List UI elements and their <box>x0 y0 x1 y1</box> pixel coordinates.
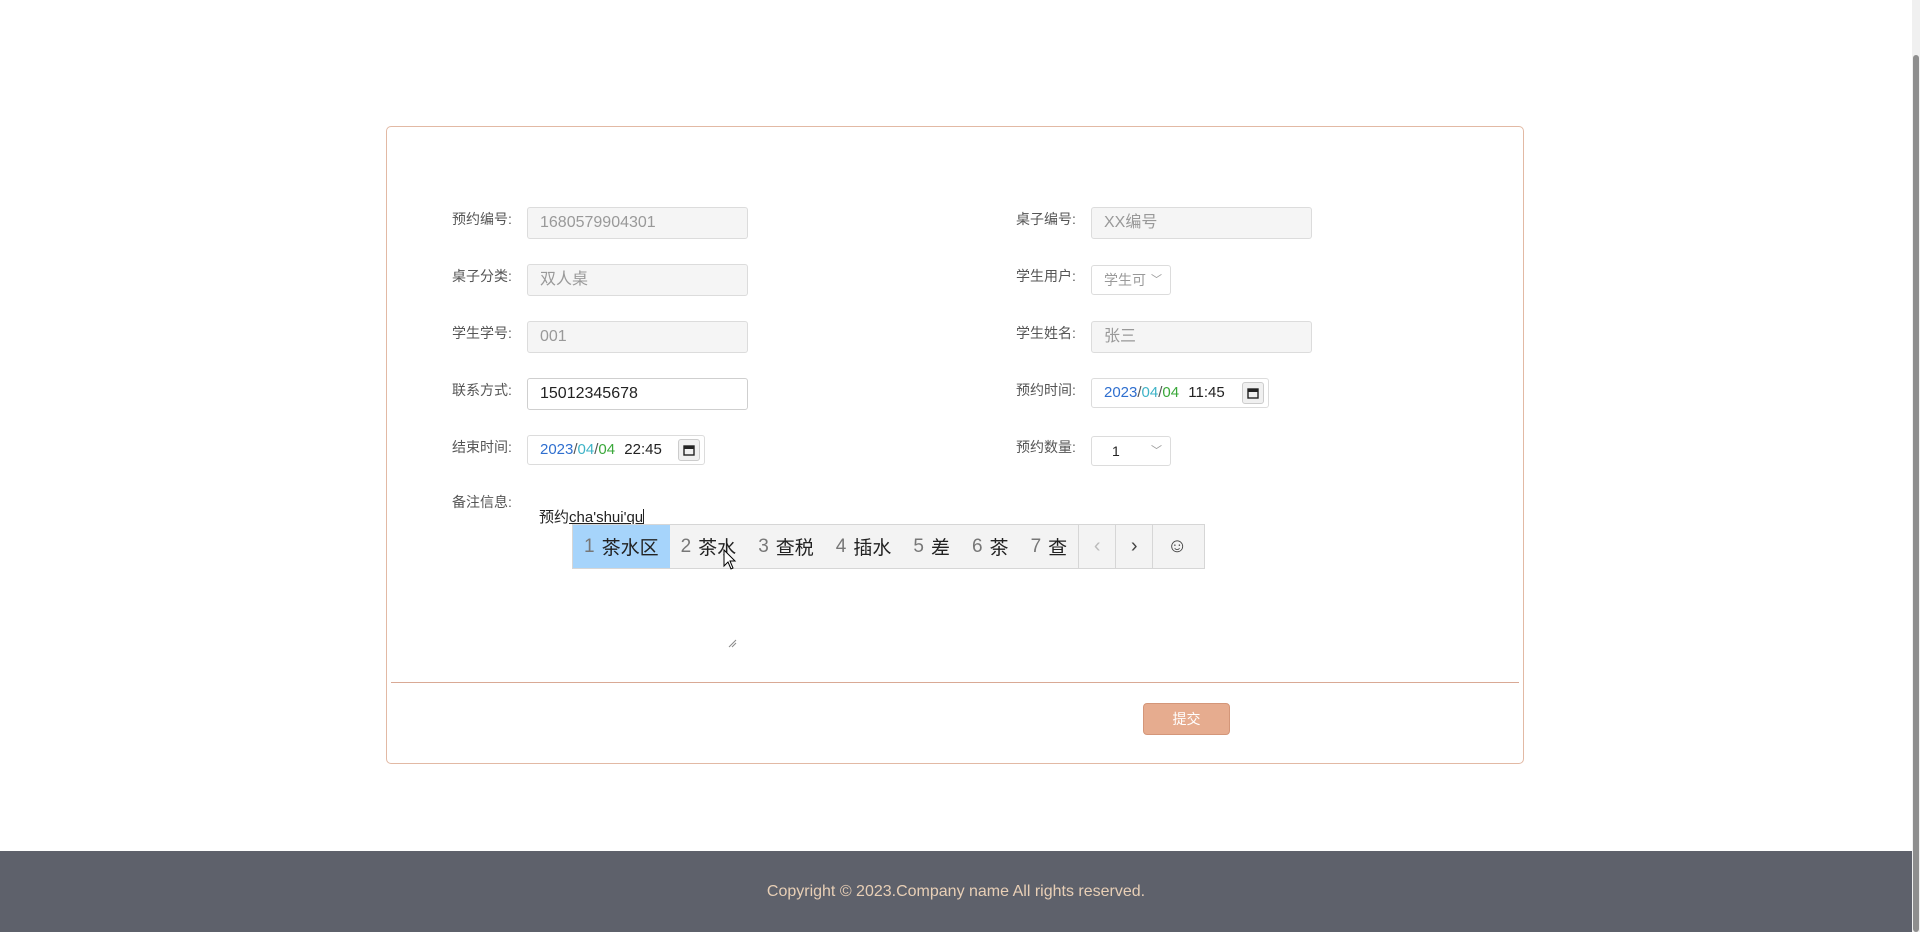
ime-candidate-number: 3 <box>758 535 769 557</box>
booking-no-field[interactable]: 1680579904301 <box>527 207 748 239</box>
end-clock[interactable]: 22:45 <box>624 441 662 458</box>
ime-candidate[interactable]: 4 插水 <box>825 525 903 568</box>
end-time-label: 结束时间: <box>452 439 512 455</box>
ime-candidate-text: 查 <box>1048 538 1068 559</box>
ime-next-page-icon[interactable]: › <box>1115 525 1152 568</box>
ime-candidate[interactable]: 1 茶水区 <box>573 525 670 568</box>
scrollbar-thumb[interactable] <box>1913 55 1919 932</box>
student-name-field[interactable]: 张三 <box>1091 321 1312 353</box>
ime-candidate[interactable]: 5差 <box>902 525 961 568</box>
ime-candidate-text: 插水 <box>853 538 892 559</box>
booking-time-label: 预约时间: <box>1016 382 1076 398</box>
table-no-label: 桌子编号: <box>1016 211 1076 227</box>
ime-prev-page-icon[interactable]: ‹ <box>1078 525 1115 568</box>
ime-candidate-number: 7 <box>1030 535 1042 557</box>
booking-year[interactable]: 2023 <box>1104 384 1137 401</box>
booking-qty-label: 预约数量: <box>1016 439 1076 455</box>
ime-candidate-number: 6 <box>971 535 983 557</box>
end-day[interactable]: 04 <box>598 441 615 458</box>
contact-field[interactable]: 15012345678 <box>527 378 748 410</box>
ime-candidate-number: 1 <box>584 535 595 557</box>
ime-candidate-number: 4 <box>835 535 847 557</box>
ime-candidate[interactable]: 6茶 <box>961 525 1020 568</box>
booking-qty-select[interactable]: 1 ﹀ <box>1091 436 1171 466</box>
ime-candidate-number: 5 <box>913 535 924 557</box>
booking-no-label: 预约编号: <box>452 211 512 227</box>
student-name-label: 学生姓名: <box>1016 325 1076 341</box>
remarks-committed-text: 预约 <box>539 509 570 526</box>
page-footer: Copyright © 2023.Company name All rights… <box>0 851 1912 932</box>
booking-month[interactable]: 04 <box>1142 384 1159 401</box>
submit-button[interactable]: 提交 <box>1143 703 1230 735</box>
student-user-label: 学生用户: <box>1016 268 1076 284</box>
end-time-picker[interactable]: 2023/04/04 22:45 <box>527 435 705 465</box>
booking-time-picker[interactable]: 2023/04/04 11:45 <box>1091 378 1269 408</box>
ime-candidate-text: 茶 <box>989 538 1009 559</box>
resize-grip-icon[interactable] <box>727 638 737 648</box>
mouse-cursor-icon <box>723 549 737 570</box>
ime-candidate-text: 茶水区 <box>601 538 659 559</box>
ime-candidate-number: 2 <box>680 535 692 557</box>
booking-day[interactable]: 04 <box>1162 384 1179 401</box>
calendar-icon[interactable] <box>1242 382 1264 404</box>
student-user-select[interactable]: 学生可 ﹀ <box>1091 265 1171 295</box>
chevron-down-icon: ﹀ <box>1151 274 1162 286</box>
calendar-icon[interactable] <box>678 439 700 461</box>
student-id-label: 学生学号: <box>452 325 512 341</box>
chevron-down-icon: ﹀ <box>1151 445 1162 457</box>
table-category-field[interactable]: 双人桌 <box>527 264 748 296</box>
text-caret <box>643 509 645 525</box>
table-category-label: 桌子分类: <box>452 268 512 284</box>
booking-qty-value: 1 <box>1112 443 1120 459</box>
ime-candidate[interactable]: 3 查税 <box>747 525 825 568</box>
ime-emoji-icon[interactable]: ☺ <box>1152 525 1201 568</box>
student-id-field[interactable]: 001 <box>527 321 748 353</box>
end-month[interactable]: 04 <box>578 441 595 458</box>
end-year[interactable]: 2023 <box>540 441 573 458</box>
student-user-value: 学生可 <box>1104 272 1146 288</box>
ime-candidate-text: 差 <box>930 538 950 559</box>
table-no-field[interactable]: XX编号 <box>1091 207 1312 239</box>
form-divider <box>391 682 1519 683</box>
copyright-text: Copyright © 2023.Company name All rights… <box>766 883 1146 900</box>
ime-candidate[interactable]: 7查 <box>1020 525 1079 568</box>
remarks-label: 备注信息: <box>452 494 512 510</box>
ime-candidate-text: 查税 <box>775 538 814 559</box>
ime-candidate-bar: 1 茶水区 2 茶水 3 查税 4 插水 5差 6茶 7查 ‹ › ☺ <box>572 524 1205 569</box>
booking-clock[interactable]: 11:45 <box>1188 384 1224 401</box>
page-scrollbar[interactable] <box>1912 0 1920 932</box>
contact-label: 联系方式: <box>452 382 512 398</box>
